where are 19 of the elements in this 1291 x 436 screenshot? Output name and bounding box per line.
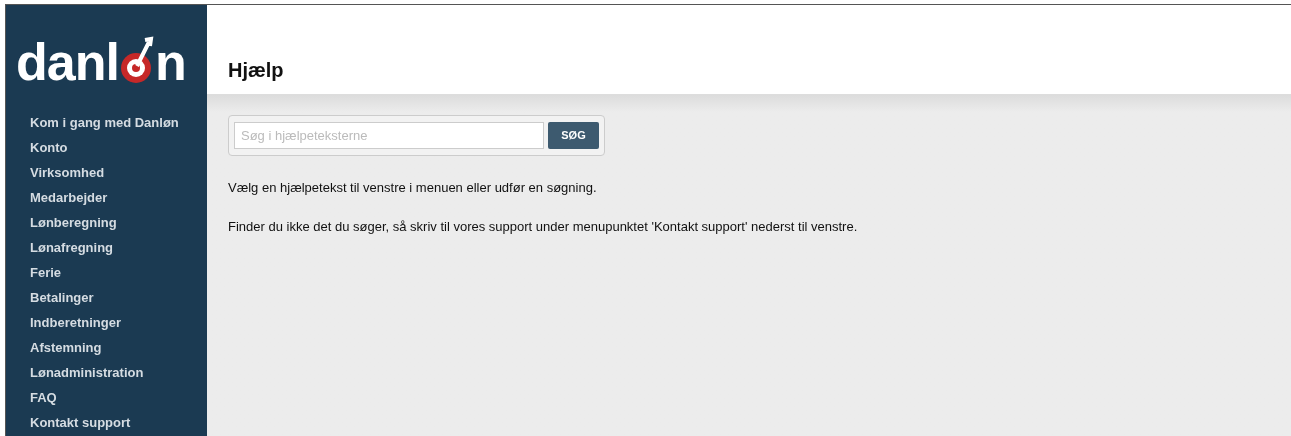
sidebar-item[interactable]: Lønafregning bbox=[30, 238, 207, 257]
sidebar-item[interactable]: Indberetninger bbox=[30, 313, 207, 332]
target-icon bbox=[118, 36, 155, 86]
sidebar-item[interactable]: Medarbejder bbox=[30, 188, 207, 207]
sidebar-item[interactable]: Virksomhed bbox=[30, 163, 207, 182]
sidebar-item[interactable]: Betalinger bbox=[30, 288, 207, 307]
search-button[interactable]: SØG bbox=[548, 122, 599, 149]
sidebar-item[interactable]: Ferie bbox=[30, 263, 207, 282]
sidebar-item[interactable]: FAQ bbox=[30, 388, 207, 407]
help-text: Vælg en hjælpetekst til venstre i menuen eller udfør en søgning. bbox=[228, 179, 598, 197]
page-title: Hjælp bbox=[228, 58, 284, 83]
sidebar-item[interactable]: Kom i gang med Danløn bbox=[30, 113, 207, 132]
logo[interactable]: danl n bbox=[16, 32, 207, 88]
sidebar-item[interactable]: Lønberegning bbox=[30, 213, 207, 232]
help-text: Finder du ikke det du søger, så skriv til vores support under menupunktet 'Kontakt support' nederst til venstre. bbox=[228, 218, 859, 236]
sidebar-item[interactable]: Lønadministration bbox=[30, 363, 207, 382]
sidebar-item[interactable]: Konto bbox=[30, 138, 207, 157]
sidebar-item[interactable]: Kontakt support bbox=[30, 413, 207, 432]
sidebar-item[interactable]: Afstemning bbox=[30, 338, 207, 357]
